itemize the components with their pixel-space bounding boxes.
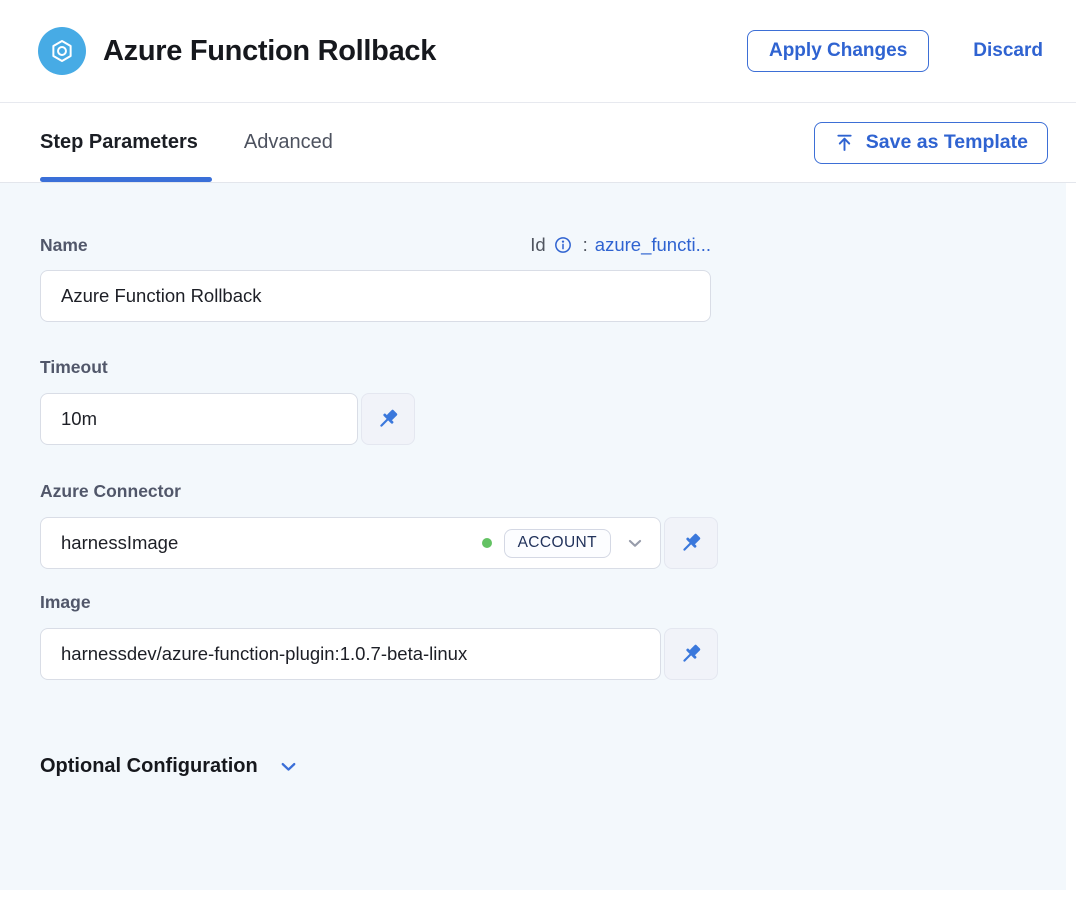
apply-changes-button[interactable]: Apply Changes bbox=[747, 30, 929, 72]
pushpin-icon bbox=[678, 530, 704, 556]
azure-connector-pin-button[interactable] bbox=[664, 517, 718, 569]
step-hexagon-nut-icon bbox=[38, 27, 86, 75]
pushpin-icon bbox=[678, 641, 704, 667]
azure-connector-select[interactable]: harnessImage ACCOUNT bbox=[40, 517, 661, 569]
timeout-label: Timeout bbox=[40, 356, 1066, 378]
timeout-input[interactable] bbox=[40, 393, 358, 445]
tab-step-parameters[interactable]: Step Parameters bbox=[40, 103, 198, 182]
id-label: Id bbox=[530, 234, 545, 256]
pushpin-icon bbox=[375, 406, 401, 432]
connector-scope-badge: ACCOUNT bbox=[504, 529, 611, 558]
save-as-template-button[interactable]: Save as Template bbox=[814, 122, 1048, 164]
chevron-down-icon[interactable] bbox=[624, 532, 646, 554]
upload-icon bbox=[834, 132, 855, 153]
optional-configuration-title: Optional Configuration bbox=[40, 755, 258, 778]
header: Azure Function Rollback Apply Changes Di… bbox=[0, 0, 1076, 103]
azure-connector-value: harnessImage bbox=[61, 532, 482, 554]
timeout-pin-button[interactable] bbox=[361, 393, 415, 445]
optional-configuration-toggle[interactable]: Optional Configuration bbox=[40, 755, 1066, 778]
connector-status-dot bbox=[482, 538, 492, 548]
image-pin-button[interactable] bbox=[664, 628, 718, 680]
step-config-page: Azure Function Rollback Apply Changes Di… bbox=[0, 0, 1076, 900]
azure-connector-label: Azure Connector bbox=[40, 480, 1066, 502]
info-icon[interactable] bbox=[553, 235, 573, 255]
tabbar: Step Parameters Advanced Save as Templat… bbox=[0, 103, 1076, 183]
tab-advanced[interactable]: Advanced bbox=[244, 103, 333, 182]
step-id: Id : azure_functi... bbox=[530, 234, 711, 256]
image-input[interactable] bbox=[40, 628, 661, 680]
id-separator: : bbox=[583, 234, 588, 256]
discard-button[interactable]: Discard bbox=[973, 40, 1043, 62]
chevron-down-icon bbox=[277, 755, 300, 778]
name-label: Name bbox=[40, 234, 88, 256]
page-title: Azure Function Rollback bbox=[103, 35, 436, 68]
step-parameters-panel: Name Id : azure_functi... Timeo bbox=[0, 183, 1066, 890]
save-as-template-label: Save as Template bbox=[866, 131, 1028, 154]
id-value-link[interactable]: azure_functi... bbox=[595, 234, 711, 256]
name-input[interactable] bbox=[40, 270, 711, 322]
image-label: Image bbox=[40, 591, 1066, 613]
